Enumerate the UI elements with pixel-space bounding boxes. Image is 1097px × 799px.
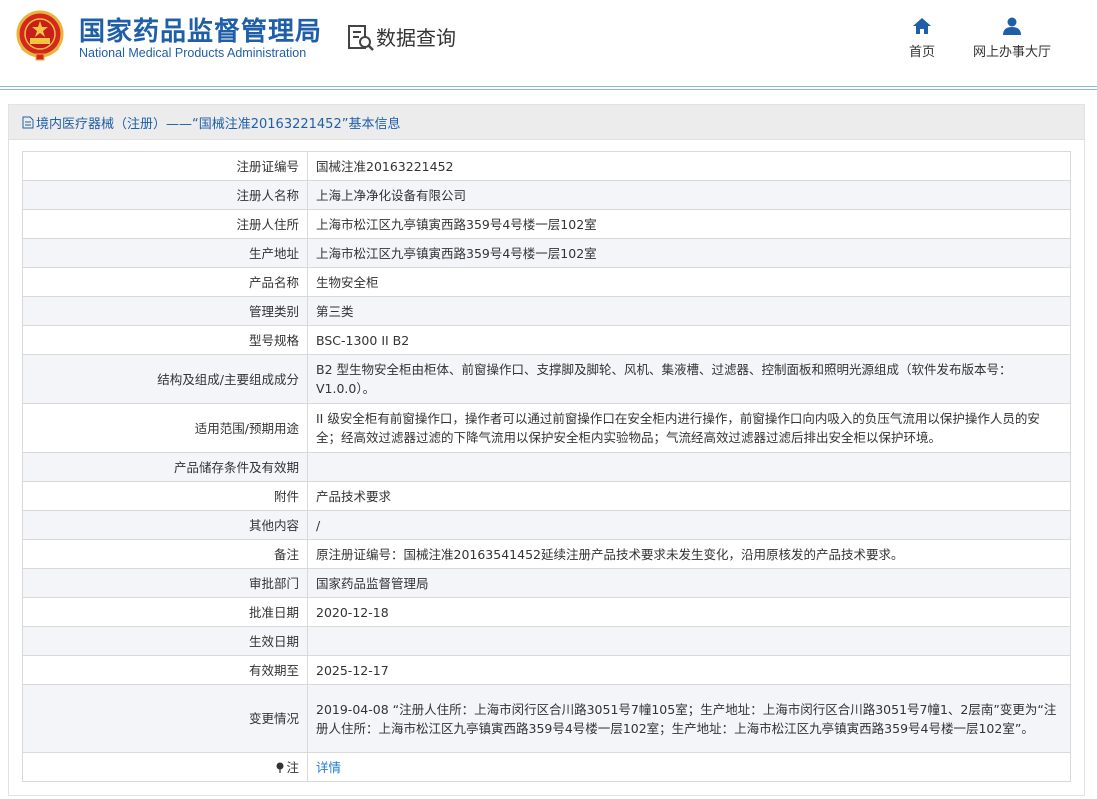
table-row: 产品名称 生物安全柜: [22, 267, 1071, 297]
row-label: 审批部门: [22, 568, 308, 598]
row-value: 国械注准20163221452: [307, 151, 1071, 181]
row-value: 2025-12-17: [307, 655, 1071, 685]
table-row: 结构及组成/主要组成成分 B2 型生物安全柜由柜体、前窗操作口、支撑脚及脚轮、风机…: [22, 354, 1071, 404]
table-row: 型号规格 BSC-1300 II B2: [22, 325, 1071, 355]
note-label: 注: [286, 759, 299, 775]
national-emblem-icon: [16, 10, 64, 61]
row-value: B2 型生物安全柜由柜体、前窗操作口、支撑脚及脚轮、风机、集液槽、过滤器、控制面…: [307, 354, 1071, 404]
nav-hall-label: 网上办事大厅: [972, 45, 1051, 60]
document-icon: [22, 116, 34, 128]
row-label: 产品储存条件及有效期: [22, 452, 308, 482]
table-row: 注册人住所 上海市松江区九亭镇寅西路359号4号楼一层102室: [22, 209, 1071, 239]
table-row: 有效期至 2025-12-17: [22, 655, 1071, 685]
row-value: 2020-12-18: [307, 597, 1071, 627]
table-row-note: 注 详情: [22, 752, 1071, 782]
home-icon: [913, 18, 931, 34]
row-label: 变更情况: [22, 684, 308, 753]
row-value: 生物安全柜: [307, 267, 1071, 297]
table-row: 其他内容 /: [22, 510, 1071, 540]
table-row: 管理类别 第三类: [22, 296, 1071, 326]
nav-online-service-hall[interactable]: 网上办事大厅: [968, 16, 1056, 60]
row-label: 备注: [22, 539, 308, 569]
nav-home-label: 首页: [908, 45, 935, 60]
row-label: 型号规格: [22, 325, 308, 355]
row-label: 生效日期: [22, 626, 308, 656]
row-label: 其他内容: [22, 510, 308, 540]
table-row: 适用范围/预期用途 II 级安全柜有前窗操作口，操作者可以通过前窗操作口在安全柜内…: [22, 403, 1071, 453]
site-header: 国家药品监督管理局 National Medical Products Admi…: [0, 0, 1097, 86]
row-label: 注册证编号: [22, 151, 308, 181]
row-value: 国家药品监督管理局: [307, 568, 1071, 598]
header-divider: [0, 86, 1097, 90]
row-value: 产品技术要求: [307, 481, 1071, 511]
row-label: 批准日期: [22, 597, 308, 627]
table-row: 附件 产品技术要求: [22, 481, 1071, 511]
table-row: 备注 原注册证编号：国械注准20163541452延续注册产品技术要求未发生变化，…: [22, 539, 1071, 569]
row-value: 第三类: [307, 296, 1071, 326]
pin-icon: [276, 762, 284, 773]
row-label: 有效期至: [22, 655, 308, 685]
row-value: 2019-04-08 “注册人住所：上海市闵行区合川路3051号7幢105室；生…: [307, 684, 1071, 753]
row-value: 上海市松江区九亭镇寅西路359号4号楼一层102室: [307, 238, 1071, 268]
user-icon: [1003, 17, 1021, 35]
panel-title: 境内医疗器械（注册）——“国械注准20163221452”基本信息: [36, 116, 401, 132]
table-row: 批准日期 2020-12-18: [22, 597, 1071, 627]
row-label: 适用范围/预期用途: [22, 403, 308, 453]
note-label-cell: 注: [22, 752, 308, 782]
registration-info-table: 注册证编号 国械注准20163221452 注册人名称 上海上净净化设备有限公司 注…: [22, 151, 1071, 782]
section-title: 数据查询: [376, 26, 456, 50]
row-value: 原注册证编号：国械注准20163541452延续注册产品技术要求未发生变化，沿用…: [307, 539, 1071, 569]
table-row: 生效日期: [22, 626, 1071, 656]
row-label: 注册人名称: [22, 180, 308, 210]
row-value: BSC-1300 II B2: [307, 325, 1071, 355]
panel-header: 境内医疗器械（注册）——“国械注准20163221452”基本信息: [9, 105, 1084, 140]
table-row: 产品储存条件及有效期: [22, 452, 1071, 482]
table-row: 变更情况 2019-04-08 “注册人住所：上海市闵行区合川路3051号7幢10…: [22, 684, 1071, 753]
row-label: 附件: [22, 481, 308, 511]
site-logo-chinese[interactable]: 国家药品监督管理局: [79, 11, 322, 48]
row-label: 管理类别: [22, 296, 308, 326]
table-row: 生产地址 上海市松江区九亭镇寅西路359号4号楼一层102室: [22, 238, 1071, 268]
table-row: 注册人名称 上海上净净化设备有限公司: [22, 180, 1071, 210]
details-link[interactable]: 详情: [316, 760, 341, 775]
row-label: 结构及组成/主要组成成分: [22, 354, 308, 404]
table-row: 审批部门 国家药品监督管理局: [22, 568, 1071, 598]
data-query-icon: [348, 25, 374, 51]
row-label: 产品名称: [22, 267, 308, 297]
note-value-cell: 详情: [307, 752, 1071, 782]
table-row: 注册证编号 国械注准20163221452: [22, 151, 1071, 181]
row-label: 注册人住所: [22, 209, 308, 239]
row-value: 上海上净净化设备有限公司: [307, 180, 1071, 210]
site-logo-english[interactable]: National Medical Products Administration: [79, 46, 306, 60]
row-value: II 级安全柜有前窗操作口，操作者可以通过前窗操作口在安全柜内进行操作，前窗操作…: [307, 403, 1071, 453]
row-value: 上海市松江区九亭镇寅西路359号4号楼一层102室: [307, 209, 1071, 239]
info-panel: 境内医疗器械（注册）——“国械注准20163221452”基本信息 注册证编号国…: [8, 104, 1085, 796]
row-value: [307, 452, 1071, 482]
row-label: 生产地址: [22, 238, 308, 268]
nav-home[interactable]: 首页: [897, 16, 947, 60]
row-value: [307, 626, 1071, 656]
row-value: /: [307, 510, 1071, 540]
